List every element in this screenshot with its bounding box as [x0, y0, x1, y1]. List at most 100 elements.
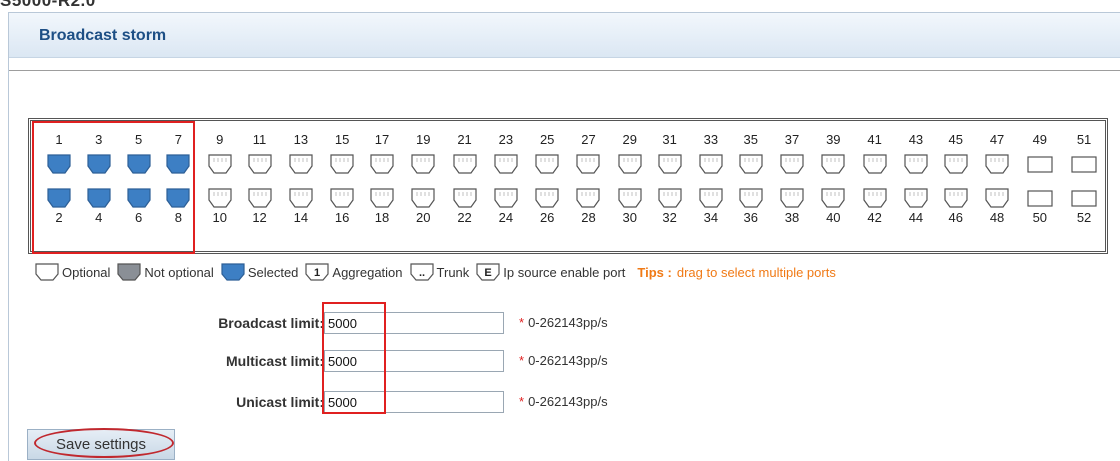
optional-port-icon	[862, 187, 888, 209]
optional-port-icon	[903, 153, 929, 175]
optional-port-icon	[35, 263, 59, 281]
port-23[interactable]: 23	[487, 121, 525, 189]
port-29[interactable]: 29	[611, 121, 649, 189]
port-9[interactable]: 9	[201, 121, 239, 189]
legend-optional-label: Optional	[62, 264, 111, 280]
port-number: 50	[1032, 210, 1048, 225]
port-41[interactable]: 41	[856, 121, 894, 189]
port-45[interactable]: 45	[937, 121, 975, 189]
port-12[interactable]: 12	[241, 185, 279, 253]
port-40[interactable]: 40	[814, 185, 852, 253]
port-37[interactable]: 37	[773, 121, 811, 189]
not-optional-port-icon	[117, 263, 142, 281]
port-14[interactable]: 14	[282, 185, 320, 253]
port-50[interactable]: 50	[1021, 185, 1059, 253]
required-mark: *	[519, 353, 525, 368]
port-number: 10	[212, 210, 227, 225]
optional-port-icon	[534, 187, 560, 209]
port-number: 14	[293, 210, 309, 225]
optional-port-icon	[820, 153, 846, 175]
optional-port-icon	[369, 187, 395, 209]
port-21[interactable]: 21	[446, 121, 484, 189]
port-44[interactable]: 44	[897, 185, 935, 253]
optional-port-icon	[410, 153, 436, 175]
port-51[interactable]: 51	[1065, 121, 1103, 189]
port-28[interactable]: 28	[569, 185, 607, 253]
port-39[interactable]: 39	[814, 121, 852, 189]
legend-not-optional-label: Not optional	[144, 264, 214, 280]
selection-highlight-box	[32, 121, 195, 254]
optional-port-icon	[369, 153, 395, 175]
optional-port-icon	[493, 187, 519, 209]
legend-trunk-label: Trunk	[436, 264, 470, 280]
legend-selected-label: Selected	[247, 264, 299, 280]
sfp-port-icon	[1071, 153, 1097, 175]
port-25[interactable]: 25	[528, 121, 566, 189]
port-38[interactable]: 38	[773, 185, 811, 253]
port-42[interactable]: 42	[856, 185, 894, 253]
port-46[interactable]: 46	[937, 185, 975, 253]
legend-aggregation: 1 Aggregation	[304, 262, 403, 282]
optional-port-icon	[984, 153, 1010, 175]
sfp-port-icon	[1027, 153, 1053, 175]
multicast-limit-label: Multicast limit:	[225, 353, 324, 369]
tips-label: Tips :	[637, 264, 672, 280]
port-19[interactable]: 19	[404, 121, 442, 189]
port-48[interactable]: 48	[978, 185, 1016, 253]
optional-port-icon	[820, 187, 846, 209]
port-17[interactable]: 17	[363, 121, 401, 189]
tips-text: drag to select multiple ports	[676, 264, 836, 280]
port-13[interactable]: 13	[282, 121, 320, 189]
port-number: 26	[539, 210, 555, 225]
ip-source-port-icon: E	[476, 263, 500, 281]
port-47[interactable]: 47	[978, 121, 1016, 189]
port-32[interactable]: 32	[651, 185, 689, 253]
multicast-range-hint: * 0-262143pp/s	[519, 353, 608, 368]
port-number: 16	[334, 210, 350, 225]
port-16[interactable]: 16	[323, 185, 361, 253]
port-number: 43	[908, 132, 924, 147]
optional-port-icon	[329, 187, 355, 209]
optional-port-icon	[410, 187, 436, 209]
port-35[interactable]: 35	[732, 121, 770, 189]
optional-port-icon	[738, 153, 764, 175]
broadcast-limit-label: Broadcast limit:	[218, 315, 324, 331]
port-34[interactable]: 34	[692, 185, 730, 253]
port-20[interactable]: 20	[404, 185, 442, 253]
port-number: 29	[622, 132, 637, 147]
port-number: 48	[989, 210, 1005, 225]
port-49[interactable]: 49	[1021, 121, 1059, 189]
unicast-limit-label: Unicast limit:	[236, 394, 324, 410]
optional-port-icon	[617, 187, 643, 209]
port-18[interactable]: 18	[363, 185, 401, 253]
port-30[interactable]: 30	[611, 185, 649, 253]
port-15[interactable]: 15	[323, 121, 361, 189]
unicast-limit-row: Unicast limit:	[150, 391, 324, 413]
optional-port-icon	[862, 153, 888, 175]
optional-port-icon	[329, 153, 355, 175]
legend-optional: Optional	[34, 262, 110, 282]
port-number: 45	[948, 132, 963, 147]
port-31[interactable]: 31	[651, 121, 689, 189]
port-52[interactable]: 52	[1065, 185, 1103, 253]
port-number: 44	[908, 210, 924, 225]
save-settings-button[interactable]: Save settings	[27, 429, 175, 460]
broadcast-range-text: 0-262143pp/s	[528, 315, 608, 330]
port-11[interactable]: 11	[241, 121, 279, 189]
multicast-limit-row: Multicast limit:	[150, 350, 324, 372]
port-27[interactable]: 27	[569, 121, 607, 189]
port-10[interactable]: 10	[201, 185, 239, 253]
port-36[interactable]: 36	[732, 185, 770, 253]
optional-port-icon	[984, 187, 1010, 209]
required-mark: *	[519, 315, 525, 330]
optional-port-icon	[779, 153, 805, 175]
port-43[interactable]: 43	[897, 121, 935, 189]
port-33[interactable]: 33	[692, 121, 730, 189]
port-26[interactable]: 26	[528, 185, 566, 253]
optional-port-icon	[779, 187, 805, 209]
port-number: 15	[334, 132, 350, 147]
port-22[interactable]: 22	[446, 185, 484, 253]
port-number: 34	[703, 210, 719, 225]
port-number: 52	[1076, 210, 1092, 225]
port-24[interactable]: 24	[487, 185, 525, 253]
